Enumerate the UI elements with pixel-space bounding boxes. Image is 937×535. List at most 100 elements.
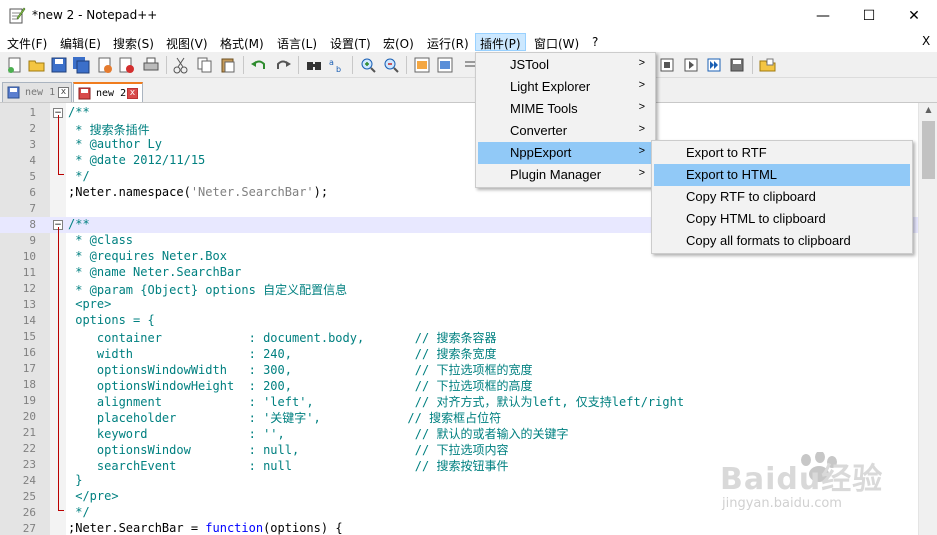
code-token: function (205, 521, 264, 535)
window-title: *new 2 - Notepad++ (32, 8, 158, 22)
plugins-menu-item-nppexport[interactable]: NppExport > (478, 142, 653, 164)
line-number: 3 (29, 138, 36, 151)
plugin-folder-icon[interactable] (759, 56, 777, 74)
menu-search[interactable]: 搜索(S) (108, 33, 159, 51)
find-icon[interactable] (305, 56, 323, 74)
plugins-menu-item-plugin-manager[interactable]: Plugin Manager > (478, 164, 653, 186)
menu-format[interactable]: 格式(M) (215, 33, 269, 51)
code-text: * @date 2012/11/15 (68, 153, 205, 167)
code-line[interactable]: 20 placeholder : '关键字', // 搜索框占位符 (0, 409, 920, 425)
menu-plugins[interactable]: 插件(P) (475, 33, 526, 51)
menu-bar: 文件(F) 编辑(E) 搜索(S) 视图(V) 格式(M) 语言(L) 设置(T… (0, 32, 937, 52)
close-document-button[interactable]: X (922, 34, 930, 48)
plugins-menu-item-mime-tools[interactable]: MIME Tools > (478, 98, 653, 120)
code-line[interactable]: 2 * 搜索条插件 (0, 121, 920, 137)
line-number: 23 (22, 458, 36, 471)
minimize-button[interactable]: — (800, 0, 846, 32)
code-line[interactable]: 1−/** (0, 105, 920, 121)
undo-icon[interactable] (250, 56, 268, 74)
code-line[interactable]: 17 optionsWindowWidth : 300, // 下拉选项框的宽度 (0, 361, 920, 377)
menu-window[interactable]: 窗口(W) (529, 33, 584, 51)
save-macro-icon[interactable] (728, 56, 746, 74)
menu-macro[interactable]: 宏(O) (378, 33, 419, 51)
notepad-plus-plus-icon (9, 7, 26, 24)
new-file-icon[interactable] (6, 56, 24, 74)
menu-run[interactable]: 运行(R) (422, 33, 474, 51)
toolbar: ab (0, 52, 937, 78)
submenu-arrow-icon: > (638, 167, 645, 179)
export-to-rtf-item[interactable]: Export to RTF (654, 142, 910, 164)
plugins-menu-item-converter[interactable]: Converter > (478, 120, 653, 142)
save-all-icon[interactable] (72, 56, 90, 74)
menu-file[interactable]: 文件(F) (2, 33, 52, 51)
code-text: optionsWindowHeight : 200, // 下拉选项框的高度 (68, 377, 533, 394)
close-window-button[interactable]: ✕ (891, 0, 937, 32)
code-line[interactable]: 16 width : 240, // 搜索条宽度 (0, 345, 920, 361)
tab-close-icon[interactable]: x (127, 88, 138, 99)
plugins-menu-item-light-explorer[interactable]: Light Explorer > (478, 76, 653, 98)
menu-view[interactable]: 视图(V) (161, 33, 213, 51)
toolbar-separator (166, 56, 167, 74)
tab-close-icon[interactable]: x (58, 87, 69, 98)
code-line[interactable]: 15 container : document.body, // 搜索条容器 (0, 329, 920, 345)
export-to-html-item[interactable]: Export to HTML (654, 164, 910, 186)
code-text: /** (68, 105, 90, 119)
code-line[interactable]: 12 * @param {Object} options 自定义配置信息 (0, 281, 920, 297)
copy-rtf-to-clipboard-item[interactable]: Copy RTF to clipboard (654, 186, 910, 208)
code-token: /** (68, 105, 90, 119)
scroll-thumb[interactable] (922, 121, 935, 179)
toolbar-separator (243, 56, 244, 74)
close-file-icon[interactable] (96, 56, 114, 74)
code-token: container : document.body, // 搜索条容器 (68, 331, 497, 345)
code-text: */ (68, 169, 89, 183)
code-line[interactable]: 21 keyword : '', // 默认的或者输入的关键字 (0, 425, 920, 441)
menu-language[interactable]: 语言(L) (272, 33, 322, 51)
zoom-out-icon[interactable] (382, 56, 400, 74)
code-token: * @name Neter.SearchBar (68, 265, 242, 279)
code-text: * 搜索条插件 (68, 121, 149, 138)
code-line[interactable]: 18 optionsWindowHeight : 200, // 下拉选项框的高… (0, 377, 920, 393)
code-text: width : 240, // 搜索条宽度 (68, 345, 497, 362)
save-icon[interactable] (50, 56, 68, 74)
fold-guide (58, 510, 64, 511)
code-text: keyword : '', // 默认的或者输入的关键字 (68, 425, 569, 442)
code-text: /** (68, 217, 90, 231)
line-number: 12 (22, 282, 36, 295)
run-macro-multiple-icon[interactable] (705, 56, 723, 74)
code-line[interactable]: 14 options = { (0, 313, 920, 329)
code-line[interactable]: 11 * @name Neter.SearchBar (0, 265, 920, 281)
redo-icon[interactable] (274, 56, 292, 74)
menu-settings[interactable]: 设置(T) (325, 33, 376, 51)
sync-horizontal-icon[interactable] (436, 56, 454, 74)
menu-help[interactable]: ? (587, 33, 603, 51)
submenu-arrow-icon: > (638, 57, 645, 69)
tab-new-1[interactable]: new 1 x (2, 82, 72, 102)
plugins-menu-item-jstool[interactable]: JSTool > (478, 54, 653, 76)
close-all-icon[interactable] (118, 56, 136, 74)
code-text: optionsWindowWidth : 300, // 下拉选项框的宽度 (68, 361, 533, 378)
line-number: 17 (22, 362, 36, 375)
fold-guide (58, 174, 64, 175)
copy-icon[interactable] (196, 56, 214, 74)
sync-vertical-icon[interactable] (413, 56, 431, 74)
copy-all-formats-to-clipboard-item[interactable]: Copy all formats to clipboard (654, 230, 910, 252)
stop-recording-icon[interactable] (658, 56, 676, 74)
playback-icon[interactable] (682, 56, 700, 74)
replace-icon[interactable]: ab (328, 56, 346, 74)
code-line[interactable]: 19 alignment : 'left', // 对齐方式，默认为left, … (0, 393, 920, 409)
paste-icon[interactable] (219, 56, 237, 74)
cut-icon[interactable] (172, 56, 190, 74)
code-token: ;Neter.SearchBar = (68, 521, 206, 535)
zoom-in-icon[interactable] (359, 56, 377, 74)
code-token: <pre> (68, 297, 112, 311)
toolbar-separator (406, 56, 407, 74)
menu-edit[interactable]: 编辑(E) (55, 33, 106, 51)
code-line[interactable]: 13 <pre> (0, 297, 920, 313)
maximize-button[interactable]: ☐ (846, 0, 892, 32)
line-number: 24 (22, 474, 36, 487)
scroll-up-icon[interactable]: ▲ (919, 105, 937, 119)
open-file-icon[interactable] (28, 56, 46, 74)
copy-html-to-clipboard-item[interactable]: Copy HTML to clipboard (654, 208, 910, 230)
print-icon[interactable] (142, 56, 160, 74)
tab-new-2[interactable]: new 2 x (73, 82, 143, 103)
